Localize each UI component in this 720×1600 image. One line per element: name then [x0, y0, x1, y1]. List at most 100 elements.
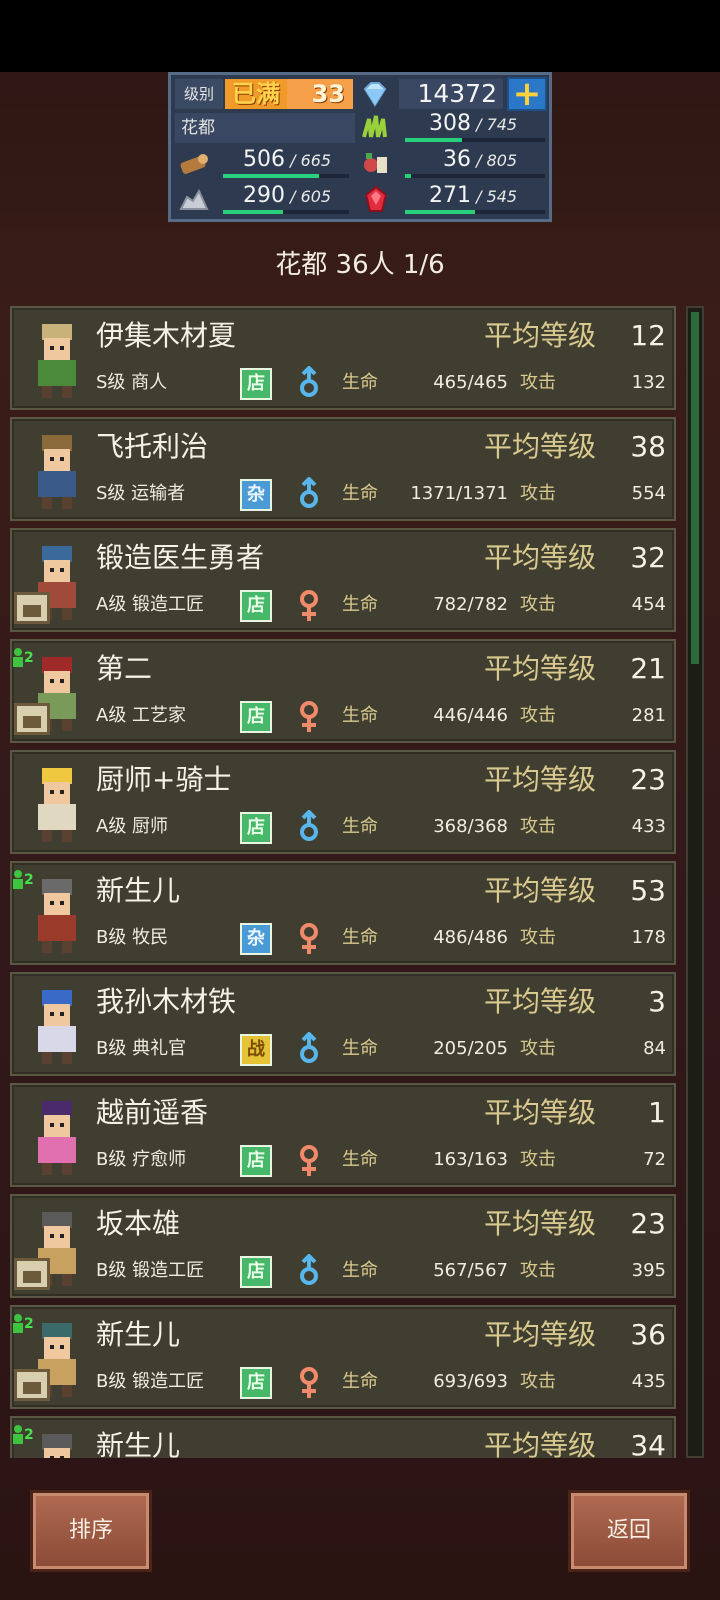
person-up-icon — [13, 870, 23, 889]
avg-level-label: 平均等级 — [484, 1207, 597, 1240]
avg-level-label: 平均等级 — [484, 541, 597, 574]
food-bar — [405, 174, 545, 178]
resident-list[interactable]: 伊集木材夏 平均等级 12 S级 商人店生命 465/465 攻击 132 飞托利治 平均等级 3… — [10, 306, 680, 1458]
scrollbar-thumb[interactable] — [691, 312, 699, 664]
hp-label: 生命 — [342, 816, 378, 837]
rank-job: B级 牧民 — [96, 927, 169, 948]
avg-level-value: 12 — [630, 319, 666, 352]
resident-row[interactable]: 坂本雄 平均等级 23 B级 锻造工匠 店 生命 567/567 攻击 395 — [10, 1194, 676, 1298]
male-icon — [294, 365, 324, 402]
rank-job: B级 锻造工匠 — [96, 1371, 205, 1392]
resident-name: 坂本雄 — [96, 1207, 181, 1240]
ore-icon — [179, 185, 209, 213]
grass-bar-fill — [405, 138, 463, 142]
sort-button[interactable]: 排序 — [30, 1490, 152, 1572]
female-icon — [294, 921, 324, 957]
app-screen: 级别 已满 33 14372 + 花都 308 / 745 506 / 665 — [0, 0, 720, 1600]
resident-name: 越前遥香 — [96, 1096, 209, 1129]
grass-resource: 308 / 745 — [405, 111, 551, 142]
job-type-badge: 店 — [240, 812, 272, 844]
wood-bar — [223, 174, 349, 178]
avg-level-label: 平均等级 — [484, 874, 597, 907]
avg-level-label: 平均等级 — [484, 430, 597, 463]
avg-level-value: 23 — [630, 1207, 666, 1240]
avg-level-value: 3 — [648, 985, 666, 1018]
job-type-badge: 战 — [240, 1034, 272, 1066]
attack-value: 395 — [631, 1260, 666, 1281]
rank-job: S级 运输者 — [96, 483, 186, 504]
attack-label: 攻击 — [520, 705, 556, 726]
grass-max: / 745 — [476, 115, 518, 134]
wood-bar-fill — [223, 174, 319, 178]
hp-value: 465/465 — [433, 372, 508, 393]
avg-level-value: 1 — [648, 1096, 666, 1129]
male-icon — [294, 1253, 324, 1290]
attack-label: 攻击 — [520, 1149, 556, 1170]
avg-level-label: 平均等级 — [484, 1096, 597, 1129]
avg-level-value: 32 — [630, 541, 666, 574]
attack-label: 攻击 — [520, 1038, 556, 1059]
scrollbar[interactable] — [686, 306, 704, 1458]
shop-assigned-icon — [14, 703, 50, 735]
job-type-badge: 店 — [240, 590, 272, 622]
job-type-badge: 店 — [240, 368, 272, 400]
attack-value: 281 — [631, 705, 666, 726]
ruby-icon — [361, 185, 391, 213]
avg-level-label: 平均等级 — [484, 1429, 597, 1458]
resident-row[interactable]: 锻造医生勇者 平均等级 32 A级 锻造工匠 店 生命 782/782 攻击 454 — [10, 528, 676, 632]
ruby-bar — [405, 210, 545, 214]
avg-level-label: 平均等级 — [484, 763, 597, 796]
attack-value: 178 — [631, 927, 666, 948]
hp-label: 生命 — [342, 594, 378, 615]
resident-row[interactable]: 厨师+骑士 平均等级 23 A级 厨师 店 生命 368/368 攻击 433 — [10, 750, 676, 854]
resource-panel: 级别 已满 33 14372 + 花都 308 / 745 506 / 665 — [168, 72, 552, 222]
grass-icon — [361, 113, 391, 141]
resident-name: 厨师+骑士 — [96, 763, 232, 796]
hp-value: 486/486 — [433, 927, 508, 948]
food-icon — [361, 149, 391, 177]
back-button[interactable]: 返回 — [568, 1490, 690, 1572]
grass-bar — [405, 138, 545, 142]
wood-icon — [179, 149, 209, 177]
food-value: 36 — [443, 147, 471, 172]
attack-value: 454 — [631, 594, 666, 615]
hp-value: 163/163 — [433, 1149, 508, 1170]
resident-row[interactable]: 2 第二 平均等级 21 A级 工艺家 店 生命 446/446 攻击 281 — [10, 639, 676, 743]
resident-row[interactable]: 伊集木材夏 平均等级 12 S级 商人 店 生命 465/465 攻击 132 — [10, 306, 676, 410]
attack-label: 攻击 — [520, 816, 556, 837]
rank-job: A级 锻造工匠 — [96, 594, 205, 615]
wood-resource: 506 / 665 — [223, 147, 353, 178]
person-up-icon — [13, 1425, 23, 1444]
hp-value: 567/567 — [433, 1260, 508, 1281]
ore-max: / 605 — [290, 187, 332, 206]
ruby-value: 271 — [429, 183, 471, 208]
plus-icon: + — [512, 74, 542, 114]
hp-label: 生命 — [342, 483, 378, 504]
female-icon — [294, 588, 324, 624]
resident-avatar — [22, 429, 92, 513]
attack-value: 84 — [643, 1038, 666, 1059]
add-gems-button[interactable]: + — [507, 77, 547, 111]
person-up-icon — [13, 648, 23, 667]
resident-name: 新生儿 — [96, 874, 181, 907]
female-icon — [294, 1365, 324, 1401]
ruby-max: / 545 — [476, 187, 518, 206]
residents-header: 花都 36人 1/6 — [275, 250, 445, 280]
resident-avatar — [22, 1095, 92, 1179]
resident-row[interactable]: 飞托利治 平均等级 38 S级 运输者 杂 生命 1371/1371 攻击 554 — [10, 417, 676, 521]
resident-row[interactable]: 我孙木材铁 平均等级 3 B级 典礼官 战 生命 205/205 攻击 84 — [10, 972, 676, 1076]
resident-name: 新生儿 — [96, 1318, 181, 1351]
ruby-resource: 271 / 545 — [405, 183, 551, 214]
resident-row[interactable]: 越前遥香 平均等级 1 B级 疗愈师 店 生命 163/163 攻击 72 — [10, 1083, 676, 1187]
ore-bar — [223, 210, 349, 214]
resident-row[interactable]: 2 新生儿 平均等级 36 B级 锻造工匠 店 生命 693/693 攻击 435 — [10, 1305, 676, 1409]
avg-level-value: 38 — [630, 430, 666, 463]
male-icon — [294, 809, 324, 846]
shop-assigned-icon — [14, 1369, 50, 1401]
resident-row[interactable]: 2 新生儿 平均等级 53 B级 牧民 杂 生命 486/486 攻击 178 — [10, 861, 676, 965]
female-icon — [294, 699, 324, 735]
resident-name: 新生儿 — [96, 1429, 181, 1458]
resident-row[interactable]: 2 新生儿 平均等级 34 — [10, 1416, 676, 1458]
level-value: 33 — [287, 79, 353, 109]
rank-job: A级 工艺家 — [96, 705, 187, 726]
